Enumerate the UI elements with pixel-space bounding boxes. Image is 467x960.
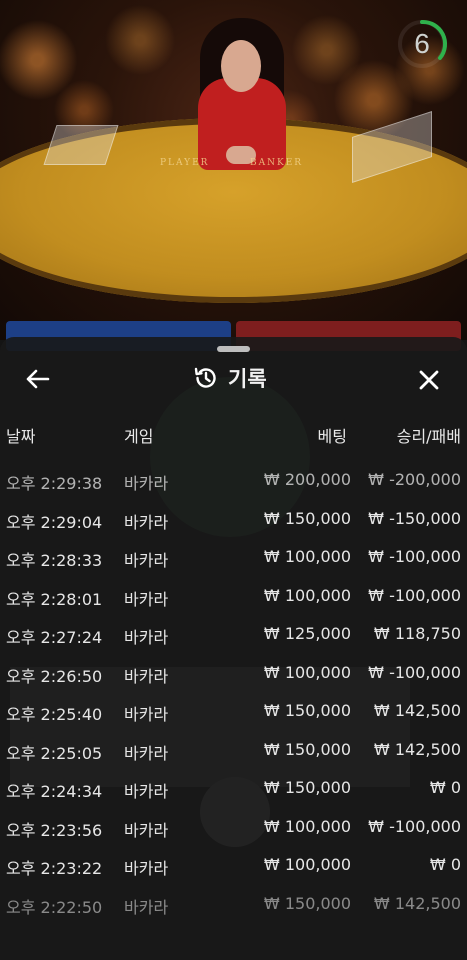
row-result: ₩ -100,000 [368,547,461,566]
row-bet: ₩ 150,000 [263,778,351,797]
row-result: ₩ -100,000 [368,585,461,605]
row-result: ₩ 0 [429,778,461,797]
row-game: 바카라 [124,551,169,570]
row-time: 오후 2:23:56 [6,820,103,840]
close-icon [419,370,439,390]
dealer-face [221,40,261,92]
table-row[interactable]: 오후 2:27:24 바카라 ₩ 125,000 ₩ 118,750 [0,618,467,657]
row-bet: ₩ 150,000 [263,701,351,720]
row-time: 오후 2:22:50 [6,897,103,917]
row-bet: ₩ 100,000 [263,662,351,682]
row-result: ₩ 118,750 [373,624,461,643]
row-result: ₩ 0 [429,855,461,874]
row-time: 오후 2:24:34 [6,782,103,801]
row-time: 오후 2:27:24 [6,628,103,647]
back-button[interactable] [20,364,54,394]
row-game: 바카라 [124,705,169,724]
table-row[interactable]: 오후 2:22:50 바카라 ₩ 150,000 ₩ 142,500 [0,888,467,927]
row-time: 오후 2:25:40 [6,705,103,724]
history-table-header: 날짜 게임 베팅 승리/패배 [0,423,467,447]
table-row[interactable]: 오후 2:29:38 바카라 ₩ 200,000 ₩ -200,000 [0,464,467,503]
row-result: ₩ -200,000 [368,470,461,489]
table-label-banker: BANKER [250,158,304,168]
table-row[interactable]: 오후 2:25:40 바카라 ₩ 150,000 ₩ 142,500 [0,695,467,734]
live-video: PLAYER BANKER 6 [0,0,467,340]
row-result: ₩ -100,000 [368,816,461,836]
row-time: 오후 2:23:22 [6,859,103,878]
table-row[interactable]: 오후 2:28:01 바카라 ₩ 100,000 ₩ -100,000 [0,580,467,619]
table-row[interactable]: 오후 2:23:56 바카라 ₩ 100,000 ₩ -100,000 [0,811,467,850]
countdown-timer: 6 [414,28,430,59]
row-time: 오후 2:29:04 [6,512,103,532]
row-game: 바카라 [124,589,169,609]
table-row[interactable]: 오후 2:24:34 바카라 ₩ 150,000 ₩ 0 [0,772,467,811]
row-bet: ₩ 200,000 [263,470,351,489]
row-result: ₩ -150,000 [368,508,461,528]
column-header-result: 승리/패배 [396,427,461,446]
sheet-drag-handle[interactable] [217,346,250,352]
table-label-player: PLAYER [160,158,210,168]
row-bet: ₩ 150,000 [263,893,351,913]
row-bet: ₩ 125,000 [263,624,351,643]
row-result: ₩ 142,500 [373,739,461,759]
table-row[interactable]: 오후 2:23:22 바카라 ₩ 100,000 ₩ 0 [0,849,467,888]
column-header-bet: 베팅 [317,427,347,446]
history-table-body[interactable]: 오후 2:29:38 바카라 ₩ 200,000 ₩ -200,000 오후 2… [0,464,467,926]
table-row[interactable]: 오후 2:29:04 바카라 ₩ 150,000 ₩ -150,000 [0,503,467,542]
row-game: 바카라 [124,782,169,801]
row-result: ₩ 142,500 [373,893,461,913]
row-game: 바카라 [124,743,169,763]
row-bet: ₩ 150,000 [263,739,351,759]
row-result: ₩ 142,500 [373,701,461,720]
table-row[interactable]: 오후 2:25:05 바카라 ₩ 150,000 ₩ 142,500 [0,734,467,773]
close-button[interactable] [411,364,447,396]
row-bet: ₩ 100,000 [263,585,351,605]
row-game: 바카라 [124,666,169,686]
row-time: 오후 2:28:33 [6,551,103,570]
row-bet: ₩ 150,000 [263,508,351,528]
row-time: 오후 2:26:50 [6,666,103,686]
row-bet: ₩ 100,000 [263,816,351,836]
row-bet: ₩ 100,000 [263,547,351,566]
row-time: 오후 2:25:05 [6,743,103,763]
column-header-date: 날짜 [6,427,36,446]
table-row[interactable]: 오후 2:28:33 바카라 ₩ 100,000 ₩ -100,000 [0,541,467,580]
table-row[interactable]: 오후 2:26:50 바카라 ₩ 100,000 ₩ -100,000 [0,657,467,696]
row-game: 바카라 [124,859,169,878]
sheet-header: 기록 [193,363,267,393]
row-time: 오후 2:29:38 [6,474,103,493]
row-result: ₩ -100,000 [368,662,461,682]
column-header-game: 게임 [124,427,154,446]
history-sheet: 기록 날짜 게임 베팅 승리/패배 오후 2:29:38 바카라 ₩ 200,0… [0,337,467,960]
row-game: 바카라 [124,897,169,917]
page-title: 기록 [228,367,267,391]
row-game: 바카라 [124,512,169,532]
row-game: 바카라 [124,628,169,647]
card-shoe-left [43,125,119,165]
arrow-left-icon [26,369,50,389]
row-game: 바카라 [124,820,169,840]
row-game: 바카라 [124,474,169,493]
history-icon [194,367,216,388]
row-bet: ₩ 100,000 [263,855,351,874]
row-time: 오후 2:28:01 [6,589,103,609]
